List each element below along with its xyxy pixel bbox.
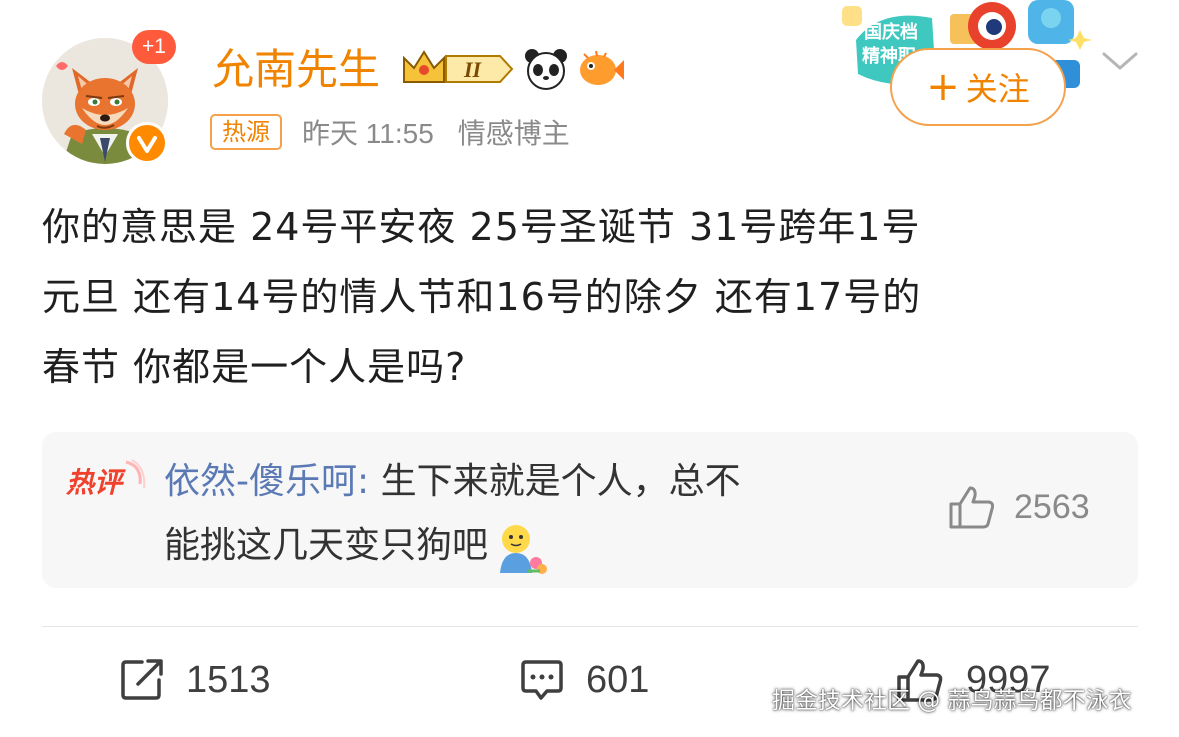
- post-meta: 热源 昨天 11:55 情感博主: [210, 112, 570, 152]
- hot-comment-label: 热评: [66, 459, 146, 499]
- comment-like-button[interactable]: 2563: [948, 484, 1090, 530]
- panda-icon: [525, 49, 567, 90]
- holiday-deco-text-1: 国庆档: [864, 21, 918, 43]
- post-text-line: 你的意思是 24号平安夜 25号圣诞节 31号跨年1号: [42, 205, 921, 249]
- user-badges: II: [400, 44, 626, 94]
- hot-source-tag: 热源: [210, 114, 282, 150]
- repost-count: 1513: [186, 658, 271, 701]
- hot-comment-label-text: 热评: [66, 466, 126, 499]
- plus-icon: +: [926, 64, 960, 110]
- hot-comment-text: 依然-傻乐呵: 生下来就是个人，总不 能挑这几天变只狗吧: [164, 450, 924, 578]
- follow-label: 关注: [965, 70, 1030, 108]
- repost-icon: [121, 659, 163, 700]
- user-role: 情感博主: [457, 117, 570, 150]
- comment-text-line-1: 生下来就是个人，总不: [369, 461, 741, 502]
- follow-button[interactable]: + 关注: [890, 48, 1066, 126]
- post-content: 你的意思是 24号平安夜 25号圣诞节 31号跨年1号 元旦 还有14号的情人节…: [42, 192, 1142, 402]
- post-text-line: 元旦 还有14号的情人节和16号的除夕 还有17号的: [42, 275, 922, 319]
- divider: [42, 626, 1138, 627]
- thumbs-up-icon: [949, 486, 995, 529]
- comment-count: 601: [586, 658, 650, 701]
- username[interactable]: 允南先生: [212, 44, 380, 96]
- comment-text-line-2: 能挑这几天变只狗吧: [164, 525, 489, 566]
- post-text-line: 春节 你都是一个人是吗?: [42, 345, 467, 389]
- comment-like-count: 2563: [1014, 487, 1090, 526]
- repost-button[interactable]: 1513: [120, 652, 271, 708]
- watermark: 掘金技术社区 @ 蒜鸟蒜鸟都不泳衣: [772, 688, 1132, 714]
- chevron-down-icon[interactable]: [1100, 46, 1140, 76]
- weibo-post-card: +1 允南先生 II 热源 昨天 11:55 情感博主 国庆档 精神职 + 关注…: [0, 0, 1179, 737]
- gardener-emoji-icon: [500, 525, 548, 574]
- comment-icon: [521, 660, 563, 700]
- puffer-fish-icon: [580, 50, 624, 85]
- comment-separator: :: [357, 461, 370, 502]
- comment-username[interactable]: 依然-傻乐呵: [164, 461, 357, 502]
- crown-level-text: II: [463, 57, 483, 82]
- crown-level-badge-icon: II: [403, 50, 514, 83]
- post-time: 昨天 11:55: [302, 118, 434, 149]
- hot-comment-box[interactable]: 热评 依然-傻乐呵: 生下来就是个人，总不 能挑这几天变只狗吧 2563: [42, 432, 1138, 588]
- comment-button[interactable]: 601: [520, 652, 649, 708]
- verified-badge-icon: [126, 122, 168, 164]
- avatar-plus-badge: +1: [132, 30, 176, 64]
